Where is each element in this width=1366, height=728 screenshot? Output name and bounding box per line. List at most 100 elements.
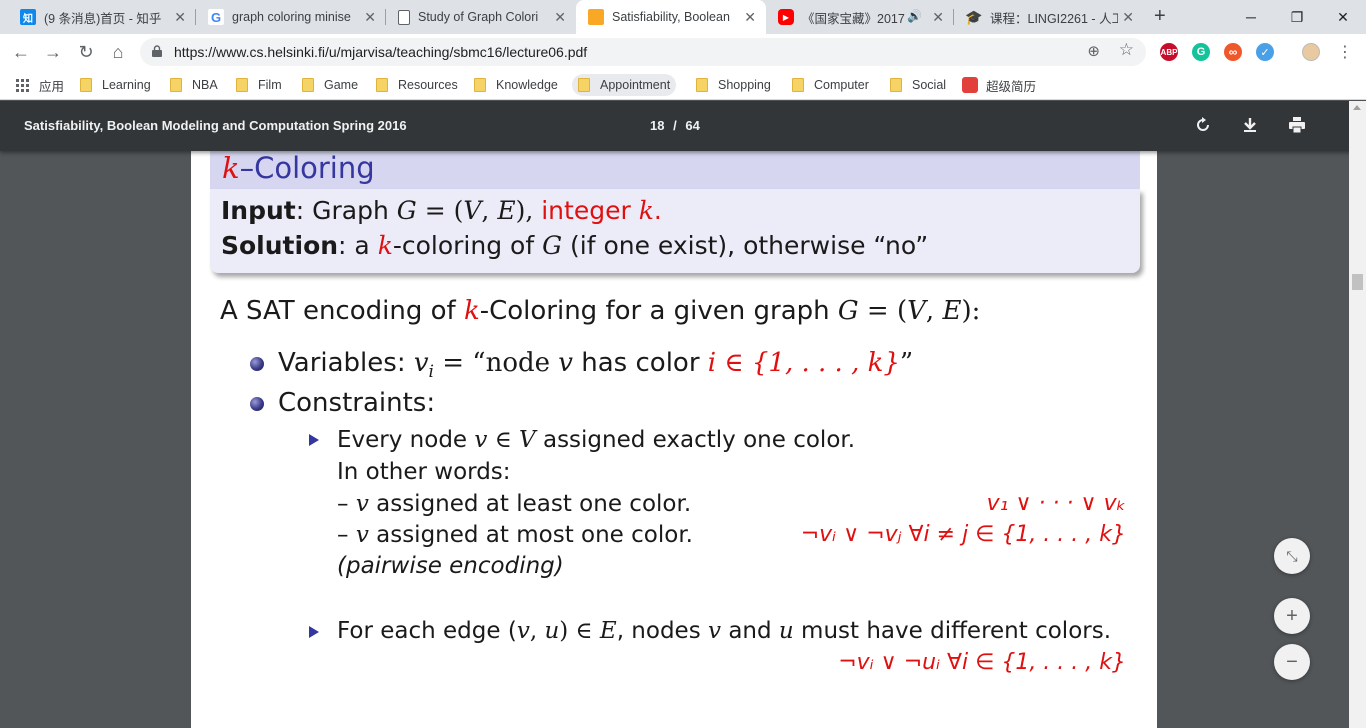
back-arrow-icon[interactable]: ← xyxy=(10,41,32,63)
menu-dots-icon[interactable]: ⋮ xyxy=(1334,41,1356,63)
reload-icon[interactable]: ↻ xyxy=(75,41,97,63)
scroll-up-arrow-icon[interactable] xyxy=(1353,105,1361,110)
rotate-icon[interactable] xyxy=(1193,115,1213,135)
close-tab-icon[interactable]: ✕ xyxy=(1122,9,1134,26)
download-icon[interactable] xyxy=(1240,115,1260,135)
zoom-in-button[interactable]: + xyxy=(1274,598,1310,634)
folder-icon xyxy=(578,78,590,92)
speaker-icon[interactable]: 🔊 xyxy=(907,9,922,23)
address-bar[interactable]: https://www.cs.helsinki.fi/u/mjarvisa/te… xyxy=(140,38,1146,66)
tab-lingi2261[interactable]: 🎓 课程：LINGI2261 - 人工 ✕ xyxy=(954,0,1144,34)
fit-to-page-button[interactable]: ⤡ xyxy=(1274,538,1310,574)
sub-bullet-icon xyxy=(309,434,319,446)
graduation-cap-icon: 🎓 xyxy=(965,8,983,25)
bookmark-computer[interactable]: Computer xyxy=(786,74,875,96)
new-tab-icon[interactable]: + xyxy=(1154,5,1166,28)
solution-line: Solution: a k-coloring of G (if one exis… xyxy=(221,231,928,260)
tab-study-graph[interactable]: Study of Graph Colori ✕ xyxy=(386,0,576,34)
math-G: G xyxy=(542,231,563,260)
bookmark-resources[interactable]: Resources xyxy=(370,74,464,96)
tab-strip: 知 (9 条消息)首页 - 知乎 ✕ G graph coloring mini… xyxy=(0,0,1366,34)
plus-icon: + xyxy=(1286,604,1298,627)
tab-title: Satisfiability, Boolean xyxy=(612,10,730,24)
bullet-icon xyxy=(250,357,264,371)
bookmark-social[interactable]: Social xyxy=(884,74,952,96)
close-tab-icon[interactable]: ✕ xyxy=(364,9,376,26)
bookmark-game[interactable]: Game xyxy=(296,74,364,96)
tab-title: graph coloring minise xyxy=(232,10,351,24)
bookmark-star-icon[interactable]: ☆ xyxy=(1119,40,1134,60)
tab-google-search[interactable]: G graph coloring minise ✕ xyxy=(196,0,386,34)
math-V: V xyxy=(519,427,536,453)
home-icon[interactable]: ⌂ xyxy=(107,41,129,63)
current-page[interactable]: 18 xyxy=(650,118,664,133)
math-v: v xyxy=(355,522,369,548)
math-comma: , xyxy=(481,196,498,225)
pdf-document-title: Satisfiability, Boolean Modeling and Com… xyxy=(24,118,407,133)
bookmark-label: Knowledge xyxy=(496,78,558,92)
tab-title: Study of Graph Colori xyxy=(418,10,539,24)
math-v: v xyxy=(413,348,429,378)
bookmark-shopping[interactable]: Shopping xyxy=(690,74,777,96)
youtube-icon: ▶ xyxy=(778,9,794,25)
solution-text-b: -coloring of xyxy=(392,231,543,260)
math-u: u xyxy=(544,618,560,644)
lock-icon[interactable] xyxy=(152,45,162,57)
tab-zhihu[interactable]: 知 (9 条消息)首页 - 知乎 ✕ xyxy=(8,0,196,34)
variables-eq: = “node xyxy=(433,348,559,378)
bookmark-film[interactable]: Film xyxy=(230,74,288,96)
bookmark-resume[interactable]: 超级简历 xyxy=(956,74,1042,96)
math-v: v xyxy=(708,618,722,644)
zoom-icon[interactable]: ⊕ xyxy=(1087,42,1100,60)
restore-icon[interactable]: ❐ xyxy=(1274,0,1320,34)
zoom-out-button[interactable]: − xyxy=(1274,644,1310,680)
bookmark-appointment[interactable]: Appointment xyxy=(572,74,677,96)
bookmark-label: Shopping xyxy=(718,78,771,92)
folder-icon xyxy=(170,78,182,92)
grammarly-icon[interactable]: G xyxy=(1192,43,1210,61)
at-least-one-line: – v assigned at least one color. xyxy=(337,491,691,517)
at-most-one-line: – v assigned at most one color. xyxy=(337,522,693,548)
avatar[interactable] xyxy=(1302,43,1320,61)
variables-has: has color xyxy=(573,348,708,378)
close-tab-icon[interactable]: ✕ xyxy=(554,9,566,26)
infinity-icon[interactable]: ∞ xyxy=(1224,43,1242,61)
math-close: ): xyxy=(961,296,981,326)
bookmark-apps[interactable]: 应用 xyxy=(10,74,70,96)
vertical-scrollbar[interactable] xyxy=(1349,101,1366,728)
bullet-icon xyxy=(250,397,264,411)
bookmark-nba[interactable]: NBA xyxy=(164,74,224,96)
bookmark-label: Computer xyxy=(814,78,869,92)
close-tab-icon[interactable]: ✕ xyxy=(932,9,944,26)
vpn-icon[interactable]: ✓ xyxy=(1256,43,1274,61)
c2-text-a: For each edge ( xyxy=(337,618,517,644)
page-indicator: 18 / 64 xyxy=(650,118,700,133)
adblock-icon[interactable]: ABP xyxy=(1160,43,1178,61)
tab-youtube[interactable]: ▶ 《国家宝藏》2017 🔊 ✕ xyxy=(766,0,954,34)
solution-text-c: (if one exist), otherwise “no” xyxy=(562,231,929,260)
math-in: ) ∈ xyxy=(559,618,600,644)
tab-satisfiability[interactable]: Satisfiability, Boolean ✕ xyxy=(576,0,766,34)
bookmark-label: Resources xyxy=(398,78,458,92)
close-tab-icon[interactable]: ✕ xyxy=(744,9,756,26)
math-V: V xyxy=(463,196,482,225)
period: . xyxy=(653,196,662,225)
input-line: Input: Graph G = (V, E), integer k. xyxy=(221,196,662,225)
minimize-icon[interactable]: ─ xyxy=(1228,0,1274,34)
minus-icon: − xyxy=(1286,650,1298,673)
at-least-text: assigned at least one color. xyxy=(368,491,692,517)
edge-formula: ¬vᵢ ∨ ¬uᵢ ∀i ∈ {1, . . . , k} xyxy=(838,650,1126,675)
scrollbar-thumb[interactable] xyxy=(1352,274,1363,290)
close-tab-icon[interactable]: ✕ xyxy=(174,9,186,26)
input-text: : Graph xyxy=(295,196,397,225)
block-body: Input: Graph G = (V, E), integer k. Solu… xyxy=(210,189,1140,273)
bookmark-knowledge[interactable]: Knowledge xyxy=(468,74,564,96)
close-window-icon[interactable]: ✕ xyxy=(1320,0,1366,34)
zhihu-icon: 知 xyxy=(20,9,36,25)
folder-icon xyxy=(302,78,314,92)
print-icon[interactable] xyxy=(1287,115,1307,135)
pdf-toolbar: Satisfiability, Boolean Modeling and Com… xyxy=(0,101,1366,151)
bookmark-learning[interactable]: Learning xyxy=(74,74,157,96)
url-text[interactable]: https://www.cs.helsinki.fi/u/mjarvisa/te… xyxy=(174,44,587,60)
forward-arrow-icon[interactable]: → xyxy=(42,41,64,63)
